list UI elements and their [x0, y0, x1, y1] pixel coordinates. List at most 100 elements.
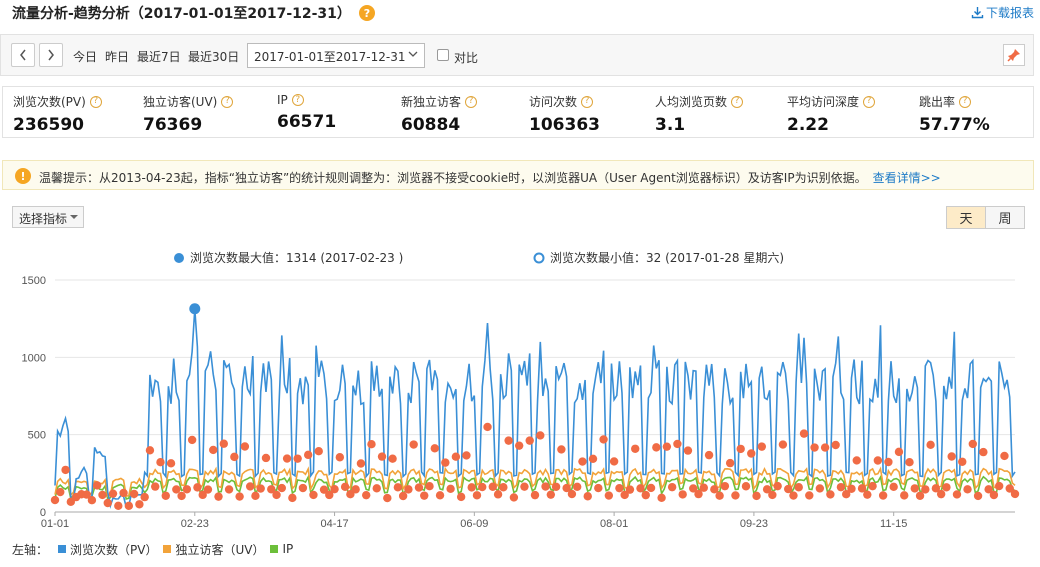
data-point — [889, 482, 898, 492]
max-point-marker — [189, 303, 201, 315]
metric-label-row: 新独立访客? — [401, 93, 478, 110]
data-point — [847, 484, 856, 493]
metric-value: 106363 — [529, 115, 600, 135]
notice-details-link[interactable]: 查看详情>> — [873, 171, 941, 185]
metric-label: 人均浏览页数 — [655, 95, 728, 109]
data-point — [599, 435, 608, 444]
max-legend-label: 浏览次数最大值：1314 (2017-02-23 ) — [190, 250, 403, 265]
data-point — [288, 493, 297, 503]
data-point — [351, 485, 360, 494]
data-point — [863, 490, 872, 499]
help-icon[interactable]: ? — [731, 95, 744, 108]
tab-day[interactable]: 天 — [946, 206, 986, 229]
download-report-link[interactable]: 下载报表 — [971, 4, 1034, 21]
date-range-select[interactable]: 2017-01-01至2017-12-31 — [247, 43, 425, 68]
data-point — [594, 483, 603, 493]
data-point — [979, 447, 988, 457]
data-point — [177, 491, 186, 501]
data-point — [219, 439, 228, 448]
data-point — [652, 443, 661, 452]
data-point — [720, 481, 730, 491]
compare-checkbox[interactable] — [437, 49, 449, 61]
x-tick-label: 06-09 — [460, 518, 488, 530]
data-point — [900, 491, 909, 500]
quick-range-30days[interactable]: 最近30日 — [188, 48, 239, 65]
legend-label-ip[interactable]: IP — [282, 542, 293, 556]
data-point — [161, 491, 170, 500]
caret-down-icon — [70, 215, 78, 219]
data-point — [567, 489, 577, 499]
data-point — [994, 481, 1004, 491]
help-icon[interactable]: ? — [291, 94, 304, 106]
next-period-button[interactable] — [39, 43, 63, 67]
data-point — [230, 452, 239, 462]
data-point — [129, 489, 139, 499]
data-point — [752, 491, 761, 501]
data-point — [789, 491, 798, 500]
download-icon — [971, 7, 984, 19]
data-point — [414, 483, 424, 492]
compare-label[interactable]: 对比 — [454, 49, 478, 66]
metric-value: 57.77% — [919, 115, 990, 135]
data-point — [583, 492, 592, 501]
data-point — [314, 446, 323, 456]
data-point — [61, 465, 70, 475]
data-point — [309, 490, 318, 500]
data-point — [963, 485, 972, 494]
data-point — [108, 489, 118, 498]
help-icon[interactable]: ? — [863, 95, 876, 108]
y-tick-label: 1000 — [22, 352, 46, 364]
data-point — [725, 458, 735, 468]
data-point — [272, 490, 281, 500]
data-point — [172, 485, 181, 494]
data-point — [646, 483, 656, 493]
date-range-value: 2017-01-01至2017-12-31 — [254, 50, 406, 64]
data-point — [747, 449, 756, 458]
quick-range-today[interactable]: 今日 — [73, 48, 97, 65]
data-point — [662, 442, 672, 451]
chevron-right-icon — [48, 49, 54, 61]
data-point — [884, 457, 893, 467]
data-point — [499, 483, 508, 492]
legend-label-uv[interactable]: 独立访客（UV） — [175, 541, 264, 558]
help-icon[interactable]: ? — [581, 95, 594, 108]
tab-week[interactable]: 周 — [985, 206, 1025, 229]
metric-card: 平均访问深度? 2.22 — [787, 93, 876, 135]
help-icon[interactable]: ? — [358, 5, 375, 21]
bottom-legend: 左轴： 浏览次数（PV） 独立访客（UV） IP — [12, 540, 293, 558]
legend-swatch-uv — [163, 545, 172, 553]
metric-label-row: 人均浏览页数? — [655, 93, 744, 110]
metric-label: 浏览次数(PV) — [13, 95, 86, 109]
quick-range-7days[interactable]: 最近7日 — [137, 48, 181, 65]
data-point — [303, 450, 313, 460]
data-point — [182, 485, 192, 494]
data-point — [388, 454, 397, 463]
help-icon[interactable]: ? — [221, 95, 234, 108]
data-point — [667, 482, 677, 492]
select-indicator-label: 选择指标 — [19, 212, 68, 226]
data-point — [631, 444, 640, 453]
data-point — [166, 459, 176, 468]
help-icon[interactable]: ? — [465, 95, 478, 108]
help-icon[interactable]: ? — [959, 95, 972, 108]
data-point — [799, 429, 809, 438]
data-point — [836, 482, 846, 492]
data-point — [425, 482, 434, 491]
data-point — [715, 491, 724, 500]
data-point — [140, 492, 149, 502]
quick-range-yesterday[interactable]: 昨日 — [105, 48, 129, 65]
metric-label-row: 浏览次数(PV)? — [13, 93, 102, 110]
help-icon[interactable]: ? — [89, 95, 102, 108]
data-point — [478, 482, 487, 492]
data-point — [678, 490, 687, 499]
metric-label-row: IP? — [277, 93, 336, 107]
data-point — [251, 491, 260, 501]
legend-label-pv[interactable]: 浏览次数（PV） — [70, 541, 157, 558]
data-point — [235, 492, 244, 501]
pin-button[interactable] — [1003, 44, 1025, 66]
prev-period-button[interactable] — [11, 43, 35, 67]
data-point — [683, 446, 693, 455]
x-tick-label: 04-17 — [320, 518, 348, 530]
x-tick-label: 02-23 — [181, 518, 209, 530]
select-indicator-dropdown[interactable]: 选择指标 — [12, 206, 84, 228]
